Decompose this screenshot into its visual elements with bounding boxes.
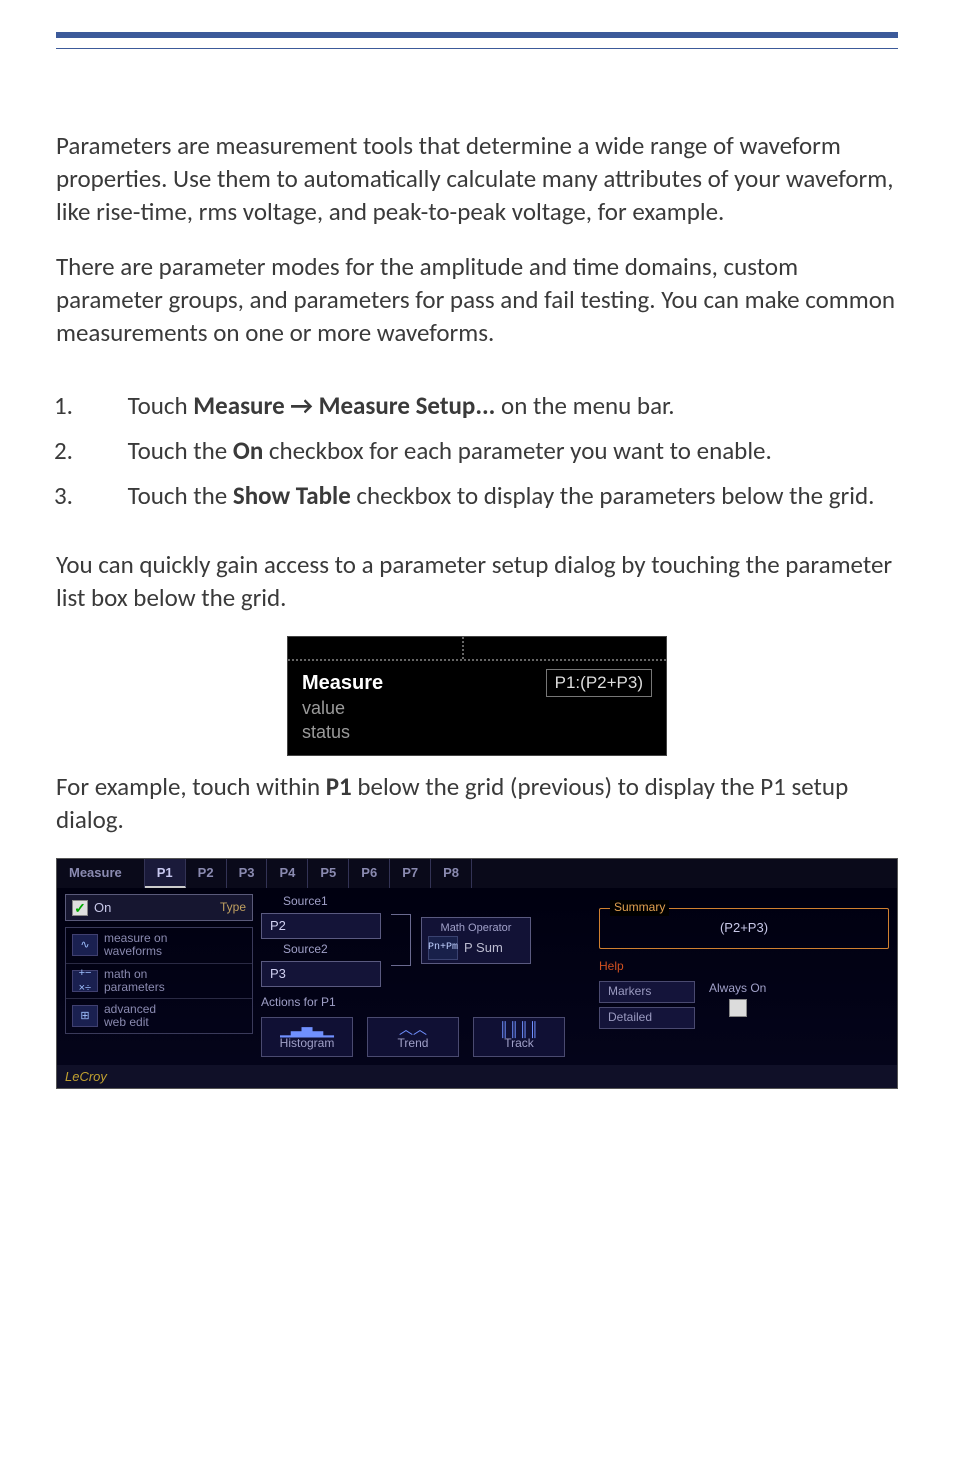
psum-icon: Pn+Pm [428,936,458,960]
header-rule-thin [56,48,898,49]
track-icon: ║║║║ [499,1022,539,1036]
step-3: 3. Touch the Show Table checkbox to disp… [96,479,898,512]
source2-label: Source2 [261,942,381,958]
markers-button[interactable]: Markers [599,981,695,1003]
setup-steps-list: 1. Touch Measure → Measure Setup... on t… [96,389,898,512]
step-2-text-c: checkbox for each parameter you want to … [263,435,772,466]
tab-p7[interactable]: P7 [390,859,431,888]
trend-label: Trend [398,1036,429,1052]
psum-label: P Sum [464,939,503,956]
type-menu: ∿ measure on waveforms +−×÷ math on para… [65,927,253,1034]
intro-paragraph-2: There are parameter modes for the amplit… [56,250,898,349]
tab-p4[interactable]: P4 [267,859,308,888]
summary-box: Summary (P2+P3) [599,908,889,949]
step-1-text-c: on the menu bar. [495,390,674,421]
math-operator-box[interactable]: Math Operator Pn+Pm P Sum [421,917,531,964]
step-3-bold: Show Table [233,480,351,511]
grid-area [288,637,666,661]
brand-label: LeCroy [57,1065,897,1088]
intro-paragraph-1: Parameters are measurement tools that de… [56,129,898,228]
value-label: value [302,697,345,721]
check-icon: ✓ [72,900,88,916]
always-on-label: Always On [709,981,766,997]
math-icon: +−×÷ [72,970,98,992]
menu-advanced-web-edit[interactable]: ⊞ advanced web edit [66,998,252,1033]
summary-label: Summary [610,900,669,916]
track-button[interactable]: ║║║║ Track [473,1017,565,1057]
source2-select[interactable]: P3 [261,961,381,987]
waveform-icon: ∿ [72,934,98,956]
step-3-text-c: checkbox to display the parameters below… [351,480,875,511]
tab-p3[interactable]: P3 [227,859,268,888]
example-paragraph: For example, touch within P1 below the g… [56,770,898,836]
menu-label: measure on waveforms [104,932,167,958]
menu-math-on-parameters[interactable]: +−×÷ math on parameters [66,963,252,998]
detailed-button[interactable]: Detailed [599,1007,695,1029]
parameter-listbox-screenshot: Measure P1:(P2+P3) value status [287,636,667,756]
tab-measure[interactable]: Measure [57,859,145,888]
on-label: On [94,899,111,916]
web-edit-icon: ⊞ [72,1005,98,1027]
tab-p6[interactable]: P6 [349,859,390,888]
math-operator-title: Math Operator [428,921,524,936]
histogram-icon: ▁▃▅▃▁ [280,1022,334,1036]
menu-label: math on parameters [104,968,165,994]
p1-setup-dialog-screenshot: Measure P1 P2 P3 P4 P5 P6 P7 P8 ✓ On Typ… [56,858,898,1089]
step-number: 2. [96,434,122,467]
dialog-tabs: Measure P1 P2 P3 P4 P5 P6 P7 P8 [57,859,897,888]
step-2-bold: On [233,435,263,466]
histogram-button[interactable]: ▁▃▅▃▁ Histogram [261,1017,353,1057]
header-rule-thick [56,32,898,38]
p1-readout-box[interactable]: P1:(P2+P3) [546,669,652,697]
measure-header: Measure [302,670,432,696]
tab-p5[interactable]: P5 [308,859,349,888]
example-text-a: For example, touch within [56,771,326,802]
step-3-text-a: Touch the [128,480,233,511]
status-label: status [302,721,350,745]
always-on-checkbox[interactable] [729,999,747,1017]
menu-measure-on-waveforms[interactable]: ∿ measure on waveforms [66,928,252,962]
step-1-text-a: Touch [128,390,194,421]
trend-button[interactable]: ︿︿ Trend [367,1017,459,1057]
step-1: 1. Touch Measure → Measure Setup... on t… [96,389,898,422]
trend-icon: ︿︿ [399,1022,427,1036]
actions-label: Actions for P1 [261,995,591,1011]
help-label: Help [599,959,889,975]
summary-value: (P2+P3) [608,915,880,940]
step-2: 2. Touch the On checkbox for each parame… [96,434,898,467]
histogram-label: Histogram [280,1036,335,1052]
step-number: 1. [96,389,122,422]
step-1-bold: Measure → Measure Setup... [193,390,495,421]
tab-p1[interactable]: P1 [145,859,186,888]
bracket-connector [391,914,411,966]
step-2-text-a: Touch the [128,435,233,466]
menu-label: advanced web edit [104,1003,156,1029]
example-bold: P1 [326,771,352,802]
type-label[interactable]: Type [220,900,246,916]
source1-select[interactable]: P2 [261,913,381,939]
quick-access-paragraph: You can quickly gain access to a paramet… [56,548,898,614]
track-label: Track [504,1036,534,1052]
step-number: 3. [96,479,122,512]
on-checkbox-row[interactable]: ✓ On Type [65,894,253,921]
tab-p2[interactable]: P2 [186,859,227,888]
tab-p8[interactable]: P8 [431,859,472,888]
source1-label: Source1 [261,894,381,910]
